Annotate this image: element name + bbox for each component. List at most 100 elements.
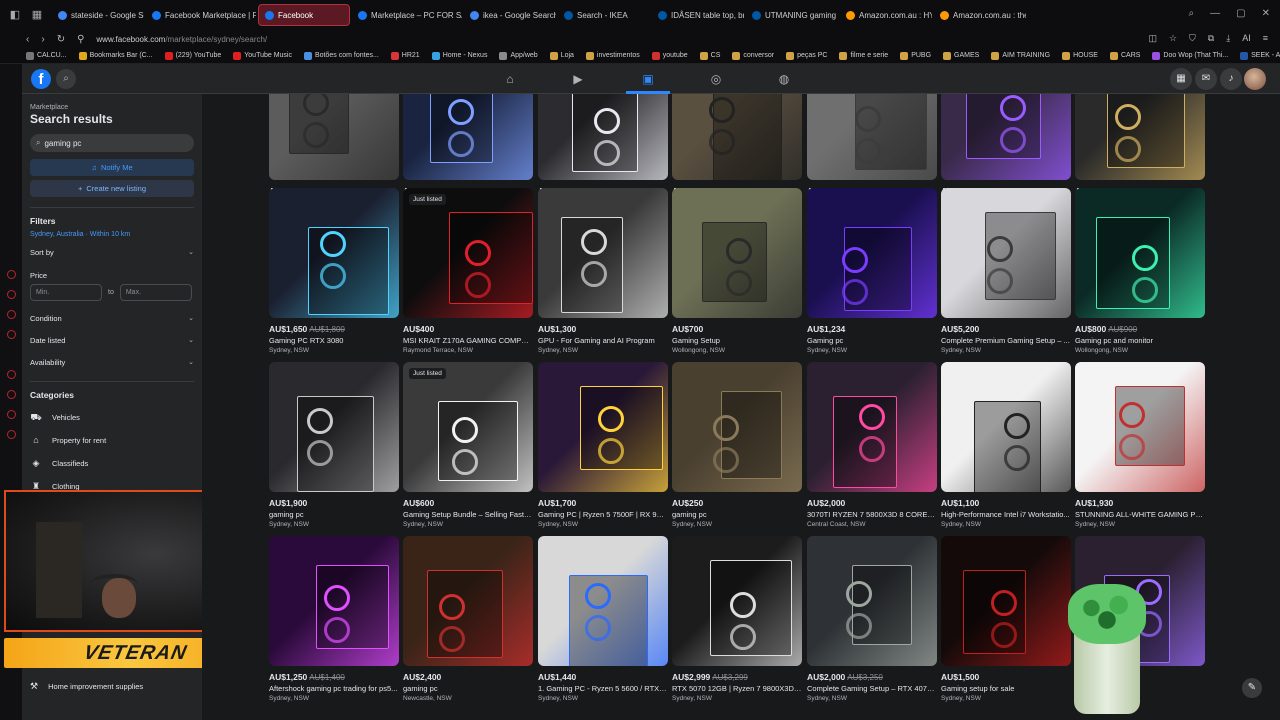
listing-title[interactable]: STUNNING ALL-WHITE GAMING PC | ... xyxy=(1075,510,1205,519)
listing-title[interactable]: Gaming pc xyxy=(807,336,937,345)
browser-tab[interactable]: stateside - Google Search xyxy=(52,4,144,26)
video-icon[interactable]: ▶ xyxy=(570,71,586,87)
listing-image[interactable] xyxy=(941,536,1071,666)
listing-title[interactable]: Gaming setup for sale xyxy=(941,684,1071,693)
listing-card[interactable]: AU$700 Gaming Setup Wollongong, NSW xyxy=(672,188,802,354)
bookmark-item[interactable]: conversor xyxy=(732,51,774,60)
bookmark-item[interactable]: filme e serie xyxy=(839,51,888,60)
tab-menu-icon[interactable]: ◧ xyxy=(8,8,22,22)
rail-icon[interactable] xyxy=(7,410,16,419)
listing-image[interactable] xyxy=(538,536,668,666)
shield-icon[interactable]: ⛉ xyxy=(1189,33,1196,44)
rail-icon[interactable] xyxy=(7,330,16,339)
rail-icon[interactable] xyxy=(7,270,16,279)
listing-image[interactable] xyxy=(672,362,802,492)
bookmark-item[interactable]: Bookmarks Bar (C... xyxy=(78,51,153,60)
listing-card[interactable]: AU$800 AU$900 Gaming pc and monitor Wollong… xyxy=(1075,188,1205,354)
listing-image[interactable] xyxy=(807,536,937,666)
min-price-input[interactable]: Min. xyxy=(30,284,102,301)
maximize-icon[interactable]: ▢ xyxy=(1236,8,1245,19)
url-text[interactable]: www.facebook.com/marketplace/sydney/sear… xyxy=(96,35,267,44)
download-icon[interactable]: ⤓ xyxy=(1226,33,1230,44)
gaming-icon[interactable]: ◍ xyxy=(776,71,792,87)
bookmark-item[interactable]: HOUSE xyxy=(1062,51,1098,60)
site-info-icon[interactable]: ⚲ xyxy=(77,34,84,45)
search-input[interactable]: ⌕ gaming pc xyxy=(30,134,194,152)
listing-card[interactable]: Just listed AU$400 MSI KRAIT Z170A GAMING … xyxy=(403,188,533,354)
listing-title[interactable]: 1. Gaming PC - Ryzen 5 5600 / RTX 3... xyxy=(538,684,668,693)
bookmark-item[interactable]: (229) YouTube xyxy=(164,51,221,60)
browser-tab[interactable]: Marketplace – PC FOR SA xyxy=(352,4,462,26)
listing-title[interactable]: Aftershock gaming pc trading for ps5... xyxy=(269,684,399,693)
listing-image[interactable] xyxy=(672,188,802,318)
listing-image[interactable] xyxy=(672,536,802,666)
listing-image[interactable] xyxy=(269,188,399,318)
listing-card[interactable]: AU$2,000 3070TI RYZEN 7 5800X3D 8 CORES G… xyxy=(807,362,937,528)
facebook-logo-icon[interactable]: f xyxy=(31,69,51,89)
rail-icon[interactable] xyxy=(7,310,16,319)
listing-card[interactable]: Just listed AU$600 Gaming Setup Bundle – S… xyxy=(403,362,533,528)
bookmark-item[interactable]: YouTube Music xyxy=(233,51,292,60)
listing-image[interactable] xyxy=(672,94,802,180)
marketplace-icon[interactable]: ▣ xyxy=(640,71,656,87)
bookmark-item[interactable]: GAMES xyxy=(943,51,979,60)
bookmark-item[interactable]: Botões com fontes... xyxy=(303,51,379,60)
bookmark-item[interactable]: CS xyxy=(699,51,720,60)
listing-card[interactable]: AU$2,999 AU$3,299 RTX 5070 12GB | Ryzen 7 … xyxy=(672,536,802,702)
listing-card[interactable]: AU$1,930 STUNNING ALL-WHITE GAMING PC | .… xyxy=(1075,362,1205,528)
condition-dropdown[interactable]: Condition ⌄ xyxy=(30,314,194,323)
browser-tab[interactable]: Search - IKEA xyxy=(558,4,650,26)
search-icon[interactable]: ⌕ xyxy=(1189,8,1195,19)
listing-image[interactable] xyxy=(269,94,399,180)
browser-tab[interactable]: Amazon.com.au : HYTE H xyxy=(840,4,932,26)
bookmark-item[interactable]: AIM TRAINING xyxy=(991,51,1050,60)
notifications-icon[interactable]: ♪ xyxy=(1220,68,1242,90)
listing-title[interactable]: GPU - For Gaming and AI Program xyxy=(538,336,668,345)
menu-grid-icon[interactable]: ▦ xyxy=(1170,68,1192,90)
listing-card[interactable]: AU$1,300 GPU - For Gaming and AI Program S… xyxy=(538,188,668,354)
listing-title[interactable]: gaming pc xyxy=(672,510,802,519)
breadcrumb[interactable]: Marketplace xyxy=(30,104,194,111)
screenshot-icon[interactable]: ◫ xyxy=(1148,33,1157,44)
avatar[interactable] xyxy=(1244,68,1266,90)
groups-icon[interactable]: ◎ xyxy=(708,71,724,87)
listing-card[interactable]: AU$5,200 Complete Premium Gaming Setup – … xyxy=(941,188,1071,354)
listing-title[interactable]: Complete Premium Gaming Setup – ... xyxy=(941,336,1071,345)
listing-card[interactable]: AU$1,250 AU$1,400 Aftershock gaming pc tra… xyxy=(269,536,399,702)
browser-tab[interactable]: IDÅSEN table top, brown, 1 xyxy=(652,4,744,26)
listing-card[interactable]: AU$250 gaming pc Sydney, NSW xyxy=(672,362,802,528)
notify-me-button[interactable]: ♫ Notify Me xyxy=(30,159,194,176)
listing-title[interactable]: Gaming Setup Bundle – Selling Fast, ... xyxy=(403,510,533,519)
listing-title[interactable]: Gaming PC RTX 3080 xyxy=(269,336,399,345)
listing-card[interactable]: AU$2,400 gaming pc Newcastle, NSW xyxy=(403,536,533,702)
listing-image[interactable] xyxy=(807,94,937,180)
bookmark-item[interactable]: App/web xyxy=(499,51,538,60)
listing-image[interactable] xyxy=(403,536,533,666)
listing-card[interactable]: AU$1,100 High-Performance Intel i7 Workst… xyxy=(941,362,1071,528)
listing-card[interactable]: AU$1,234 Gaming pc Sydney, NSW xyxy=(807,188,937,354)
create-listing-button[interactable]: + Create new listing xyxy=(30,180,194,197)
close-icon[interactable]: ✕ xyxy=(1262,8,1270,19)
browser-tab[interactable]: ikea - Google Search xyxy=(464,4,556,26)
listing-card[interactable]: AU$1,650 AU$1,800 Gaming PC RTX 3080 Sydney… xyxy=(269,188,399,354)
listing-image[interactable] xyxy=(941,362,1071,492)
sort-by-dropdown[interactable]: Sort by ⌄ xyxy=(30,248,194,257)
rail-icon[interactable] xyxy=(7,290,16,299)
listing-image[interactable]: Just listed xyxy=(403,188,533,318)
listing-title[interactable]: gaming pc xyxy=(269,510,399,519)
listing-image[interactable] xyxy=(538,362,668,492)
bookmark-item[interactable]: peças PC xyxy=(786,51,827,60)
rail-icon[interactable] xyxy=(7,370,16,379)
listing-title[interactable]: gaming pc xyxy=(403,684,533,693)
bookmark-icon[interactable]: ☆ xyxy=(1169,33,1177,44)
minimize-icon[interactable]: — xyxy=(1210,8,1220,19)
listing-image[interactable] xyxy=(807,188,937,318)
category-item[interactable]: ⚒ Home improvement supplies xyxy=(30,681,143,692)
date-listed-dropdown[interactable]: Date listed ⌄ xyxy=(30,336,194,345)
bookmark-item[interactable]: SEEK - Australia's... xyxy=(1240,51,1280,60)
home-icon[interactable]: ⌂ xyxy=(502,71,518,87)
listing-card[interactable]: AU$1,900 gaming pc Sydney, NSW xyxy=(269,362,399,528)
bookmark-item[interactable]: Home - Nexus xyxy=(431,51,487,60)
menu-icon[interactable]: ≡ xyxy=(1263,33,1268,44)
browser-tab[interactable]: Facebook Marketplace | Fa xyxy=(146,4,256,26)
